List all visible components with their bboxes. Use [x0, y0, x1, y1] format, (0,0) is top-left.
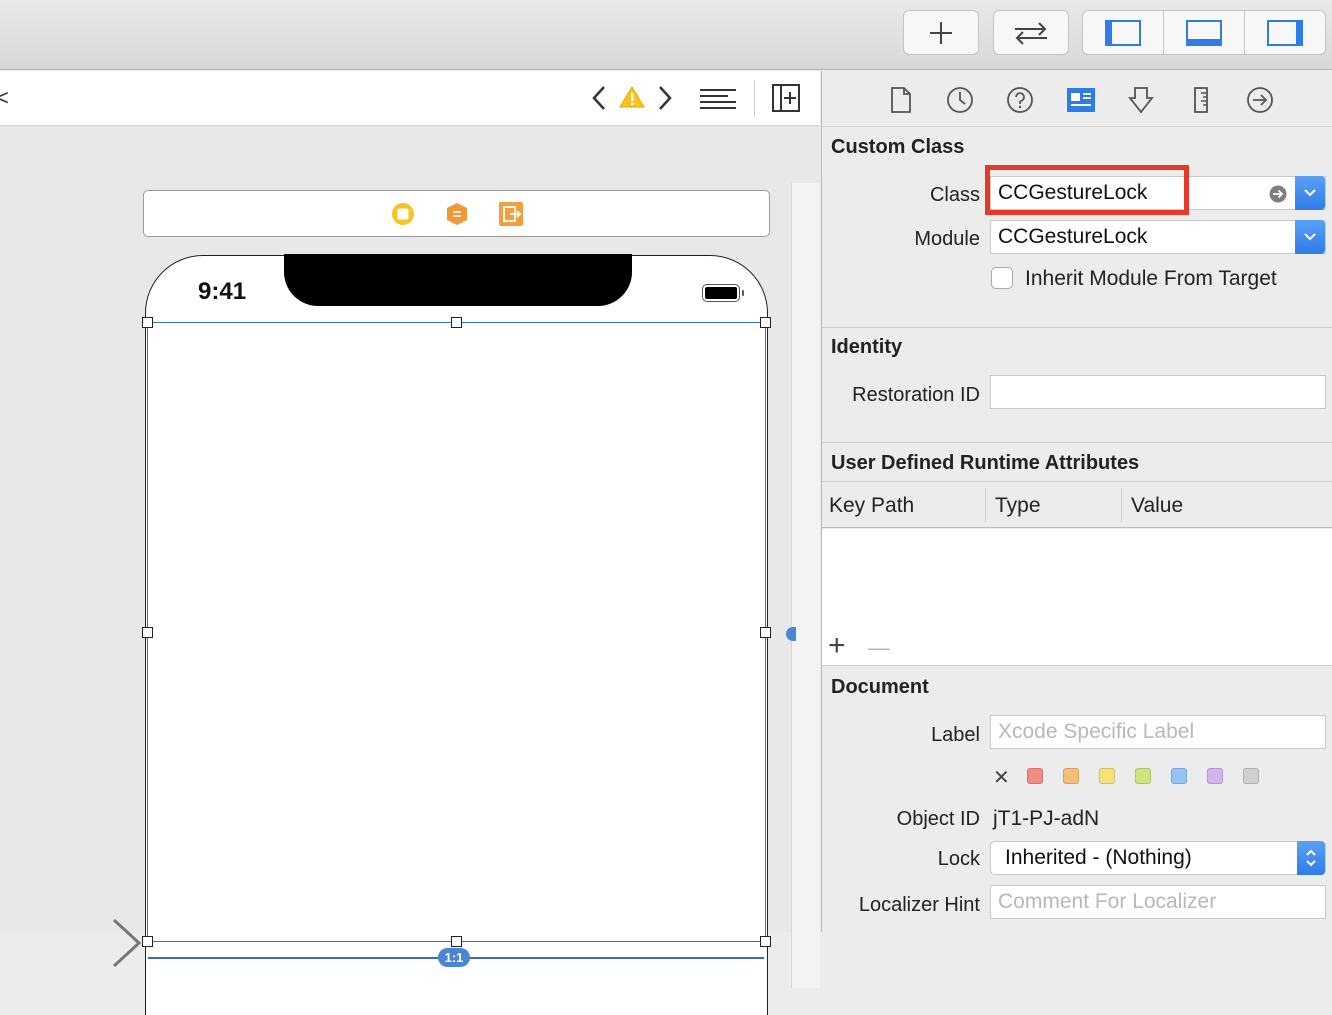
- localizer-hint-placeholder: Comment For Localizer: [998, 890, 1217, 913]
- lock-popup[interactable]: Inherited - (Nothing): [990, 841, 1326, 875]
- first-responder-icon[interactable]: [444, 201, 470, 227]
- document-title: Document: [831, 676, 929, 698]
- attributes-icon[interactable]: [1127, 86, 1155, 114]
- toggle-debug-area-button[interactable]: [1164, 11, 1245, 54]
- help-icon[interactable]: [1006, 86, 1034, 114]
- outline-toggle-tab[interactable]: [786, 627, 796, 641]
- remove-attribute-button[interactable]: —: [868, 633, 890, 663]
- class-dropdown-button[interactable]: [1295, 176, 1325, 210]
- column-key-path[interactable]: Key Path: [829, 494, 914, 518]
- object-id-value: jT1-PJ-adN: [993, 807, 1100, 830]
- label-color-green[interactable]: [1135, 768, 1151, 784]
- document-label-field[interactable]: Xcode Specific Label: [990, 715, 1326, 749]
- module-combo-field[interactable]: CCGestureLock: [990, 220, 1326, 254]
- attributes-table-body[interactable]: + —: [822, 529, 1332, 666]
- jump-bar-edge-glyph: <: [0, 85, 9, 110]
- label-color-gray[interactable]: [1243, 768, 1259, 784]
- section-divider: [822, 442, 1332, 443]
- inherit-module-checkbox[interactable]: [991, 267, 1013, 289]
- custom-class-title: Custom Class: [831, 136, 965, 158]
- initial-entry-arrow-icon[interactable]: [0, 917, 145, 969]
- resize-handle-left[interactable]: [142, 627, 153, 638]
- module-dropdown-button[interactable]: [1295, 220, 1325, 254]
- identity-icon[interactable]: [1066, 86, 1096, 114]
- code-review-button[interactable]: [993, 10, 1069, 55]
- label-color-yellow[interactable]: [1099, 768, 1115, 784]
- localizer-hint-label: Localizer Hint: [858, 894, 980, 916]
- scene-dock: [143, 190, 770, 237]
- toggle-navigator-button[interactable]: [1083, 11, 1164, 54]
- chevron-down-icon: [1304, 233, 1316, 241]
- chevron-down-icon: [1304, 189, 1316, 197]
- arrow-right-circle-icon[interactable]: [1269, 185, 1287, 203]
- module-label: Module: [914, 228, 980, 250]
- restoration-id-label: Restoration ID: [852, 384, 980, 406]
- size-icon[interactable]: [1192, 86, 1210, 114]
- highlight-annotation-box: [985, 165, 1189, 215]
- connections-icon[interactable]: [1246, 86, 1274, 114]
- warning-icon[interactable]: [619, 85, 645, 109]
- status-bar-time: 9:41: [198, 278, 247, 305]
- section-divider: [822, 327, 1332, 328]
- add-library-button[interactable]: [903, 10, 979, 55]
- arrows-left-right-icon: [1015, 21, 1047, 45]
- canvas-right-edge: [791, 183, 820, 988]
- restoration-id-field[interactable]: [990, 375, 1326, 409]
- resize-handle-top[interactable]: [451, 317, 462, 328]
- file-icon[interactable]: [889, 86, 913, 114]
- inherit-module-label: Inherit Module From Target: [1025, 267, 1277, 290]
- label-color-blue[interactable]: [1171, 768, 1187, 784]
- inspector-tab-bar: [822, 71, 1332, 127]
- device-notch: [284, 254, 632, 306]
- label-color-orange[interactable]: [1063, 768, 1079, 784]
- object-id-label: Object ID: [896, 808, 980, 830]
- window-toolbar: [0, 0, 1332, 70]
- history-icon[interactable]: [946, 86, 974, 114]
- aspect-ratio-badge[interactable]: 1:1: [438, 948, 470, 967]
- inspector-panel-icon: [1267, 19, 1303, 46]
- resize-handle-bottom[interactable]: [451, 936, 462, 947]
- exit-icon[interactable]: [498, 201, 524, 227]
- toggle-inspector-button[interactable]: [1245, 11, 1325, 54]
- battery-icon: [702, 284, 744, 302]
- updown-chevron-icon: [1306, 849, 1316, 867]
- view-controller-icon[interactable]: [390, 201, 416, 227]
- lock-value: Inherited - (Nothing): [1005, 846, 1192, 869]
- jump-bar-divider: [754, 81, 755, 117]
- identity-title: Identity: [831, 336, 903, 358]
- debug-panel-icon: [1186, 19, 1222, 46]
- localizer-hint-field[interactable]: Comment For Localizer: [990, 885, 1326, 919]
- resize-handle-top-left[interactable]: [142, 317, 153, 328]
- label-color-purple[interactable]: [1207, 768, 1223, 784]
- attributes-table-header: Key Path Type Value: [822, 481, 1332, 528]
- identity-inspector: Custom Class Class CCGestureLock Module …: [821, 71, 1332, 932]
- editor-options-icon[interactable]: [698, 87, 738, 111]
- document-label-placeholder: Xcode Specific Label: [998, 720, 1195, 743]
- class-label: Class: [929, 184, 980, 206]
- add-attribute-button[interactable]: +: [828, 631, 846, 661]
- panel-toggles: [1082, 10, 1326, 55]
- column-value[interactable]: Value: [1131, 494, 1183, 518]
- document-label-label: Label: [931, 724, 980, 746]
- jump-bar: <: [0, 71, 820, 126]
- chevron-left-icon[interactable]: [590, 84, 608, 112]
- module-value: CCGestureLock: [998, 225, 1148, 248]
- resize-handle-top-right[interactable]: [760, 317, 771, 328]
- chevron-right-icon[interactable]: [656, 84, 674, 112]
- resize-handle-bottom-right[interactable]: [760, 936, 771, 947]
- runtime-attributes-title: User Defined Runtime Attributes: [831, 452, 1140, 474]
- column-type[interactable]: Type: [995, 494, 1041, 518]
- navigator-panel-icon: [1105, 19, 1141, 46]
- plus-icon: [930, 21, 952, 44]
- resize-handle-right[interactable]: [760, 627, 771, 638]
- selected-view[interactable]: [147, 322, 766, 942]
- clear-label-color-icon[interactable]: ✕: [993, 765, 1010, 789]
- storyboard-canvas[interactable]: 9:41 1:1: [0, 127, 820, 1015]
- lock-label: Lock: [937, 848, 980, 870]
- add-editor-icon[interactable]: [771, 83, 801, 113]
- lock-popup-button[interactable]: [1297, 841, 1325, 875]
- label-color-red[interactable]: [1027, 768, 1043, 784]
- editor-area: < 9:41 1:1: [0, 71, 820, 1015]
